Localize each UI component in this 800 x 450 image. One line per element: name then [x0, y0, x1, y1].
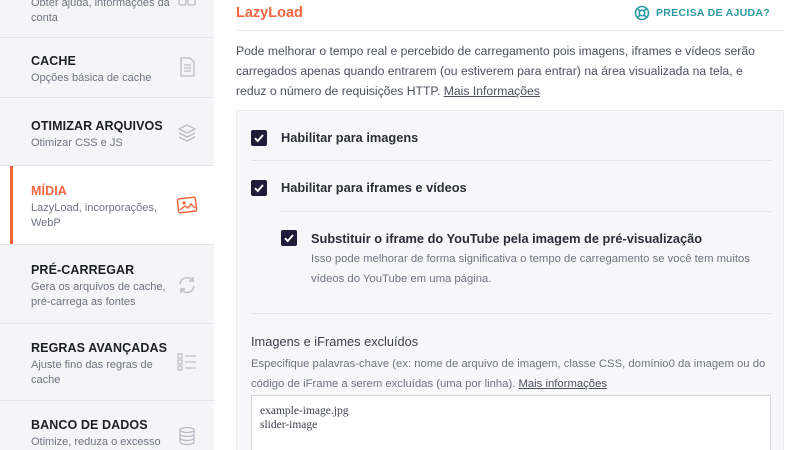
- sidebar-item-desc: Otimize, reduza o excesso: [31, 436, 161, 448]
- sidebar-item-cache[interactable]: CACHE Opções básica de cache: [0, 38, 214, 98]
- check-icon: [284, 234, 294, 243]
- help-label: PRECISA DE AJUDA?: [656, 7, 771, 19]
- document-icon: [180, 57, 195, 77]
- excluded-description: Especifique palavras-chave (ex: nome de …: [251, 354, 776, 394]
- divider: [251, 313, 771, 314]
- sidebar-item-media[interactable]: MÍDIA LazyLoad, incorporações, WebP: [0, 166, 214, 245]
- check-icon: [254, 134, 264, 143]
- iframes-checkbox[interactable]: [251, 180, 267, 196]
- divider: [236, 30, 784, 31]
- sidebar-item-desc: Otimizar CSS e JS: [31, 137, 123, 149]
- list-icon: [177, 353, 196, 371]
- section-title: LazyLoad: [236, 5, 303, 21]
- sidebar-item-desc: Opções básica de cache: [31, 72, 152, 84]
- youtube-checkbox[interactable]: [281, 230, 297, 246]
- sidebar-item-desc: Gera os arquivos de cache, pré-carrega a…: [31, 281, 166, 308]
- excluded-keywords-textarea[interactable]: example-image.jpg slider-image: [251, 395, 771, 450]
- sidebar-item-title: PRÉ-CARREGAR: [31, 263, 135, 277]
- sidebar-item-files[interactable]: OTIMIZAR ARQUIVOS Otimizar CSS e JS: [0, 98, 214, 166]
- sidebar-item-desc: LazyLoad, incorporações, WebP: [31, 202, 157, 229]
- images-checkbox-label: Habilitar para imagens: [281, 130, 419, 145]
- youtube-description: Isso pode melhorar de forma significativ…: [311, 253, 750, 285]
- options-panel: Habilitar para imagens Habilitar para if…: [236, 110, 784, 450]
- check-icon: [254, 184, 264, 193]
- divider: [281, 211, 771, 212]
- sidebar-item-preload[interactable]: PRÉ-CARREGAR Gera os arquivos de cache, …: [0, 245, 214, 324]
- sidebar: Obter ajuda, informações da conta CACHE …: [0, 0, 214, 450]
- excluded-more-info-link[interactable]: Mais informações: [518, 378, 607, 390]
- database-icon: [179, 426, 195, 446]
- images-checkbox[interactable]: [251, 130, 267, 146]
- help-link[interactable]: PRECISA DE AJUDA?: [634, 5, 770, 21]
- youtube-checkbox-label: Substituir o iframe do YouTube pela imag…: [311, 231, 703, 246]
- sidebar-item-title: REGRAS AVANÇADAS: [31, 341, 168, 355]
- refresh-icon: [179, 276, 195, 294]
- excluded-title: Imagens e iFrames excluídos: [251, 334, 419, 349]
- sidebar-item-account[interactable]: Obter ajuda, informações da conta: [0, 0, 214, 38]
- sidebar-item-title: OTIMIZAR ARQUIVOS: [31, 119, 163, 133]
- main-content: LazyLoad PRECISA DE AJUDA? Pode melhorar…: [214, 0, 800, 450]
- image-icon: [176, 196, 198, 214]
- layers-icon: [177, 124, 197, 142]
- iframes-checkbox-label: Habilitar para iframes e vídeos: [281, 180, 467, 195]
- excluded-desc-text: Especifique palavras-chave (ex: nome de …: [251, 358, 766, 390]
- lifebuoy-icon: [634, 5, 650, 21]
- sidebar-item-desc: Ajuste fino das regras de cache: [31, 359, 153, 386]
- sidebar-item-title: MÍDIA: [31, 184, 67, 198]
- sidebar-item-desc: Obter ajuda, informações da conta: [31, 0, 170, 24]
- sidebar-item-title: BANCO DE DADOS: [31, 418, 148, 432]
- sidebar-item-database[interactable]: BANCO DE DADOS Otimize, reduza o excesso: [0, 401, 214, 450]
- account-icon: [178, 0, 196, 6]
- divider: [251, 160, 771, 161]
- sidebar-item-rules[interactable]: REGRAS AVANÇADAS Ajuste fino das regras …: [0, 324, 214, 401]
- sidebar-item-title: CACHE: [31, 54, 76, 68]
- intro-text: Pode melhorar o tempo real e percebido d…: [236, 41, 776, 101]
- more-info-link[interactable]: Mais Informações: [444, 84, 540, 98]
